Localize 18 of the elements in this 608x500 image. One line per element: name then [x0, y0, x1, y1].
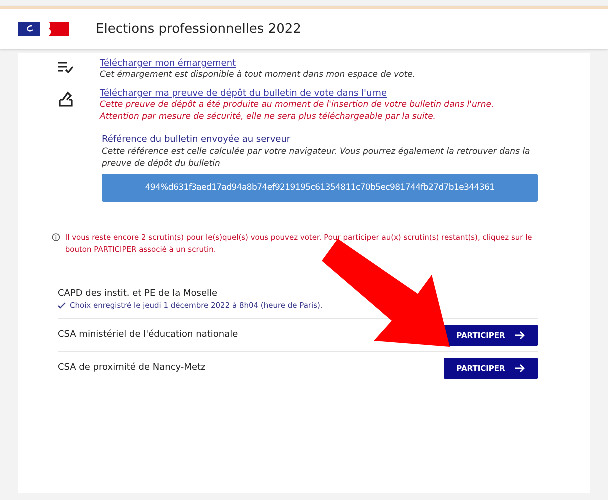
download-link[interactable]: Télécharger ma preuve de dépôt du bulletin de vote dans l'urne — [100, 89, 494, 99]
election-name: CSA ministériel de l'éducation nationale — [58, 330, 238, 340]
arrow-right-icon — [515, 330, 526, 340]
download-link[interactable]: Télécharger mon émargement — [100, 59, 416, 69]
election-name: CAPD des instit. et PE de la Moselle — [58, 288, 219, 298]
reference-label: Référence du bulletin envoyée au serveur — [102, 135, 292, 145]
reference-note: Cette référence est celle calculée par votre navigateur. Vous pourrez également la retrouver dans la preuve de dépôt du bulletin — [102, 146, 532, 170]
download-note: Cet émargement est disponible à tout moment dans mon espace de vote. — [100, 69, 416, 81]
warning-note: Attention par mesure de sécurité, elle ne sera plus téléchargeable par la suite. — [100, 111, 437, 123]
check-icon — [58, 302, 66, 308]
reference-hash: 494%d631f3aed17ad94a8b74ef9219195c61354811c70b5ec981744fb27d7b1e344361 — [102, 174, 538, 202]
election-name: CSA de proximité de Nancy-Metz — [58, 363, 206, 373]
info-icon — [52, 232, 60, 243]
arrow-right-icon — [515, 364, 526, 372]
app-title: Elections professionnelles 2022 — [96, 22, 302, 36]
ballot-box-icon — [59, 91, 73, 107]
checklist-icon — [58, 61, 74, 73]
warning-note: Cette preuve de dépôt a été produite au moment de l'insertion de votre bulletin dans l'urne. — [100, 99, 494, 111]
